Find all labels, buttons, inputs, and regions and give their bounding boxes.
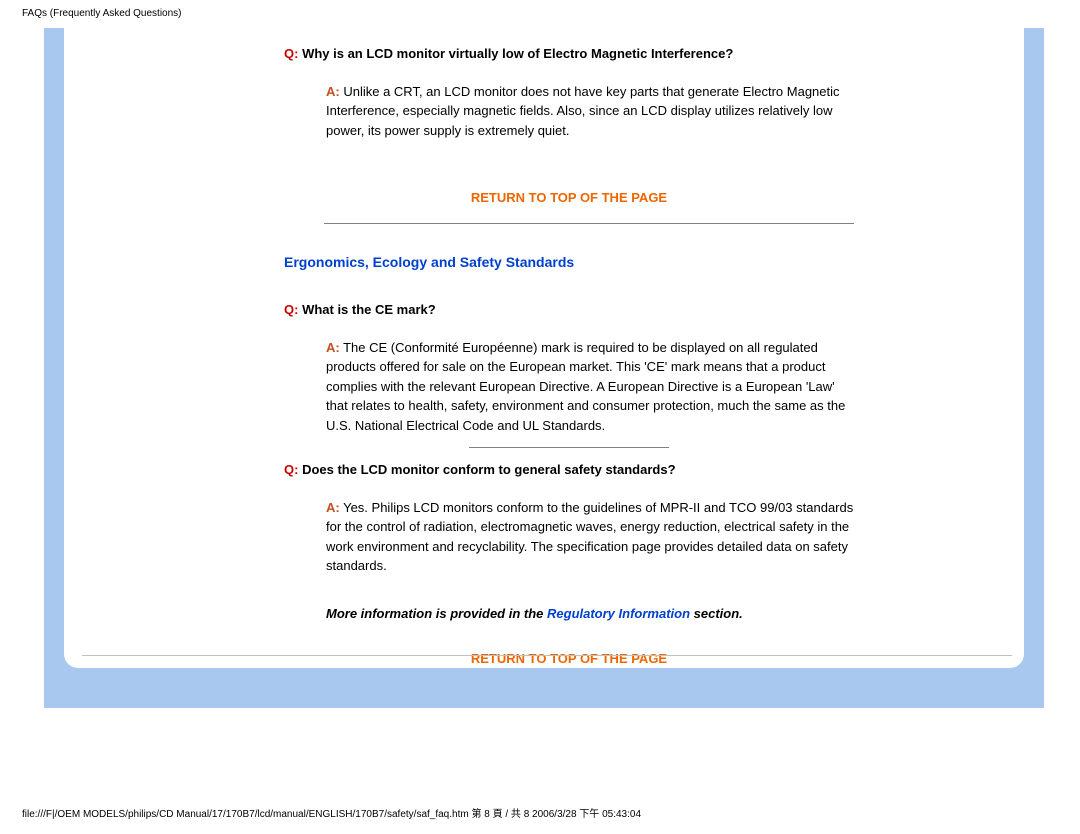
more-info-line: More information is provided in the Regu… (326, 604, 854, 624)
page-header-path: FAQs (Frequently Asked Questions) (22, 8, 182, 19)
faq-answer-2: A: The CE (Conformité Européenne) mark i… (326, 338, 854, 436)
divider (324, 223, 854, 224)
more-info-pre: More information is provided in the (326, 606, 547, 621)
a-prefix: A: (326, 340, 340, 355)
divider-small (469, 447, 669, 448)
return-to-top-2: RETURN TO TOP OF THE PAGE (284, 651, 854, 666)
page-background: Q: Why is an LCD monitor virtually low o… (44, 28, 1044, 708)
faq-question-3: Q: Does the LCD monitor conform to gener… (284, 460, 854, 480)
faq-question-1: Q: Why is an LCD monitor virtually low o… (284, 44, 854, 64)
q-text: Does the LCD monitor conform to general … (298, 462, 675, 477)
q-prefix: Q: (284, 302, 298, 317)
q-prefix: Q: (284, 462, 298, 477)
faq-question-2: Q: What is the CE mark? (284, 300, 854, 320)
q-prefix: Q: (284, 46, 298, 61)
return-to-top-1: RETURN TO TOP OF THE PAGE (284, 190, 854, 205)
q-text: Why is an LCD monitor virtually low of E… (298, 46, 733, 61)
q-text: What is the CE mark? (298, 302, 435, 317)
main-content: Q: Why is an LCD monitor virtually low o… (284, 38, 854, 684)
a-prefix: A: (326, 500, 340, 515)
section-heading-ergonomics: Ergonomics, Ecology and Safety Standards (284, 254, 854, 270)
faq-answer-3: A: Yes. Philips LCD monitors conform to … (326, 498, 854, 576)
a-prefix: A: (326, 84, 340, 99)
content-panel: Q: Why is an LCD monitor virtually low o… (64, 28, 1024, 668)
panel-bottom-rule (82, 655, 1012, 656)
a-text: The CE (Conformité Européenne) mark is r… (326, 340, 845, 433)
return-link[interactable]: RETURN TO TOP OF THE PAGE (471, 190, 667, 205)
faq-answer-1: A: Unlike a CRT, an LCD monitor does not… (326, 82, 854, 141)
a-text: Yes. Philips LCD monitors conform to the… (326, 500, 853, 574)
more-info-post: section. (690, 606, 743, 621)
a-text: Unlike a CRT, an LCD monitor does not ha… (326, 84, 840, 138)
footer-file-path: file:///F|/OEM MODELS/philips/CD Manual/… (22, 805, 641, 820)
regulatory-information-link[interactable]: Regulatory Information (547, 606, 690, 621)
return-link[interactable]: RETURN TO TOP OF THE PAGE (471, 651, 667, 666)
